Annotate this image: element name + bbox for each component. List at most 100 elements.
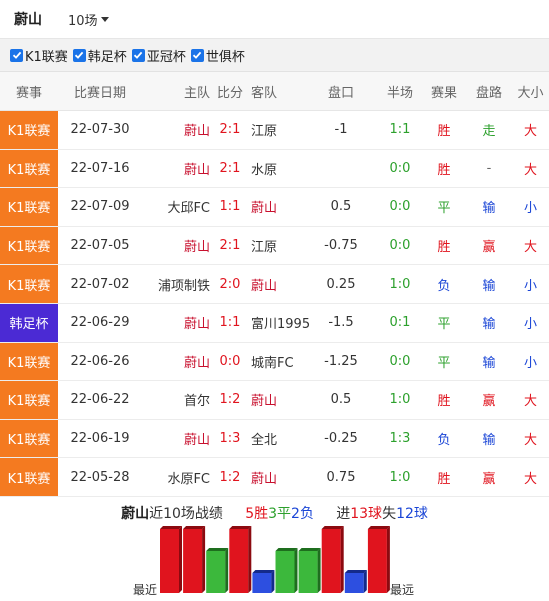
- team-title: 蔚山: [14, 12, 42, 28]
- table-row[interactable]: 韩足杯 22-06-29 蔚山 1:1 富川1995 -1.5 0:1 平 输 小: [0, 303, 549, 343]
- form-bar: [298, 548, 321, 593]
- match-date: 22-06-26: [70, 353, 130, 369]
- match-result: 负: [437, 433, 451, 449]
- over-under: 小: [523, 317, 537, 333]
- handicap: 0.5: [330, 392, 352, 408]
- handicap: -0.75: [324, 238, 358, 254]
- home-team: 水原FC: [167, 471, 210, 487]
- filter-label: 韩足杯: [87, 49, 127, 65]
- half-score: 1:3: [389, 431, 411, 447]
- table-row[interactable]: K1联赛 22-05-28 水原FC 1:2 蔚山 0.75 1:0 胜 赢 大: [0, 458, 549, 497]
- half-score: 1:0: [389, 392, 411, 408]
- half-score: 1:0: [389, 276, 411, 292]
- table-row[interactable]: K1联赛 22-06-26 蔚山 0:0 城南FC -1.25 0:0 平 输 小: [0, 342, 549, 382]
- handicap-result: 赢: [482, 394, 496, 410]
- filter-0[interactable]: K1联赛: [10, 46, 68, 65]
- away-team: 蔚山: [251, 278, 278, 294]
- over-under: 大: [523, 394, 537, 410]
- filter-label: 亚冠杯: [146, 49, 186, 65]
- home-team: 蔚山: [183, 355, 210, 371]
- checkbox-checked-icon[interactable]: [10, 48, 23, 62]
- half-score: 0:0: [389, 353, 411, 369]
- handicap: -1: [334, 122, 348, 138]
- away-team: 江原: [251, 124, 278, 140]
- competition-badge: K1联赛: [0, 419, 58, 458]
- table-row[interactable]: K1联赛 22-07-09 大邱FC 1:1 蔚山 0.5 0:0 平 输 小: [0, 188, 549, 227]
- form-bar: [183, 526, 206, 593]
- column-header: 比分: [216, 85, 243, 101]
- form-bar: [229, 526, 252, 593]
- handicap-result: 输: [482, 278, 496, 294]
- away-team: 全北: [251, 433, 278, 449]
- home-team: 浦项制铁: [157, 278, 210, 294]
- handicap: 0.25: [326, 276, 356, 292]
- match-date: 22-07-02: [70, 276, 130, 292]
- score: 2:1: [219, 238, 241, 254]
- score: 1:1: [219, 199, 241, 215]
- handicap: -0.25: [324, 431, 358, 447]
- over-under: 大: [523, 124, 537, 140]
- handicap: 0.5: [330, 199, 352, 215]
- table-row[interactable]: K1联赛 22-07-16 蔚山 2:1 水原 0:0 胜 - 大: [0, 149, 549, 189]
- checkbox-checked-icon[interactable]: [131, 48, 145, 62]
- form-bar: [206, 548, 229, 593]
- table-row[interactable]: K1联赛 22-06-22 首尔 1:2 蔚山 0.5 1:0 胜 赢 大: [0, 381, 549, 420]
- handicap-result: 输: [482, 201, 496, 217]
- match-result: 平: [437, 355, 451, 371]
- competition-badge: K1联赛: [0, 149, 58, 188]
- table-row[interactable]: K1联赛 22-06-19 蔚山 1:3 全北 -0.25 1:3 负 输 大: [0, 419, 549, 459]
- half-score: 0:1: [389, 315, 411, 331]
- over-under: 小: [523, 355, 537, 371]
- top-bar: 蔚山 10场: [0, 0, 549, 39]
- over-under: 大: [523, 471, 537, 487]
- away-team: 富川1995: [251, 317, 311, 333]
- form-bar: [275, 548, 298, 593]
- table-header: 赛事 比赛日期 主队 比分 客队 盘口 半场 赛果 盘路 大小: [0, 72, 549, 111]
- form-bar: [321, 526, 344, 593]
- match-count-label: 10场: [68, 13, 98, 29]
- match-result: 平: [437, 201, 451, 217]
- table-row[interactable]: K1联赛 22-07-05 蔚山 2:1 江原 -0.75 0:0 胜 赢 大: [0, 226, 549, 266]
- home-team: 大邱FC: [167, 201, 210, 217]
- table-body: K1联赛 22-07-30 蔚山 2:1 江原 -1 1:1 胜走大 K1联赛 22-07-16 蔚…: [0, 111, 549, 497]
- column-header: 客队: [251, 85, 278, 101]
- label-far: 最远: [390, 583, 415, 597]
- half-score: 0:0: [389, 199, 411, 215]
- away-team: 蔚山: [251, 394, 278, 410]
- score: 1:2: [219, 392, 241, 408]
- checkbox-checked-icon[interactable]: [190, 48, 204, 62]
- filter-1[interactable]: 韩足杯: [72, 46, 127, 65]
- competition-badge: K1联赛: [0, 111, 58, 149]
- home-team: 蔚山: [183, 317, 210, 333]
- handicap-result: 输: [482, 433, 496, 449]
- competition-badge: K1联赛: [0, 188, 58, 226]
- competition-badge: K1联赛: [0, 458, 58, 496]
- score: 2:0: [219, 276, 241, 292]
- form-bar: [160, 526, 182, 593]
- match-date: 22-06-19: [70, 431, 130, 447]
- table-row[interactable]: K1联赛 22-07-02 浦项制铁 2:0 蔚山 0.25 1:0 负 输 小: [0, 265, 549, 304]
- match-result: 胜: [437, 124, 451, 140]
- competition-badge: K1联赛: [0, 226, 58, 265]
- label-recent: 最近: [133, 583, 158, 597]
- home-team: 蔚山: [183, 124, 210, 140]
- match-result: 胜: [437, 240, 451, 256]
- match-date: 22-05-28: [70, 469, 130, 485]
- handicap-result: 走: [482, 124, 496, 140]
- away-team: 江原: [251, 240, 278, 256]
- checkbox-checked-icon[interactable]: [72, 48, 86, 62]
- table-row[interactable]: K1联赛 22-07-30 蔚山 2:1 江原 -1 1:1 胜 走 大: [0, 111, 549, 150]
- away-team: 城南FC: [251, 355, 294, 371]
- form-bar: [252, 570, 275, 593]
- match-result: 平: [437, 317, 451, 333]
- match-count-dropdown[interactable]: 10场: [68, 10, 109, 29]
- filter-2[interactable]: 亚冠杯: [131, 46, 186, 65]
- handicap: -1.5: [328, 315, 354, 331]
- filter-3[interactable]: 世俱杯: [190, 46, 245, 65]
- match-date: 22-06-29: [70, 315, 130, 331]
- handicap-result: 输: [482, 317, 496, 333]
- handicap-result: 赢: [482, 471, 496, 487]
- half-score: 1:0: [389, 469, 411, 485]
- filter-label: K1联赛: [25, 49, 68, 65]
- match-result: 胜: [437, 394, 451, 410]
